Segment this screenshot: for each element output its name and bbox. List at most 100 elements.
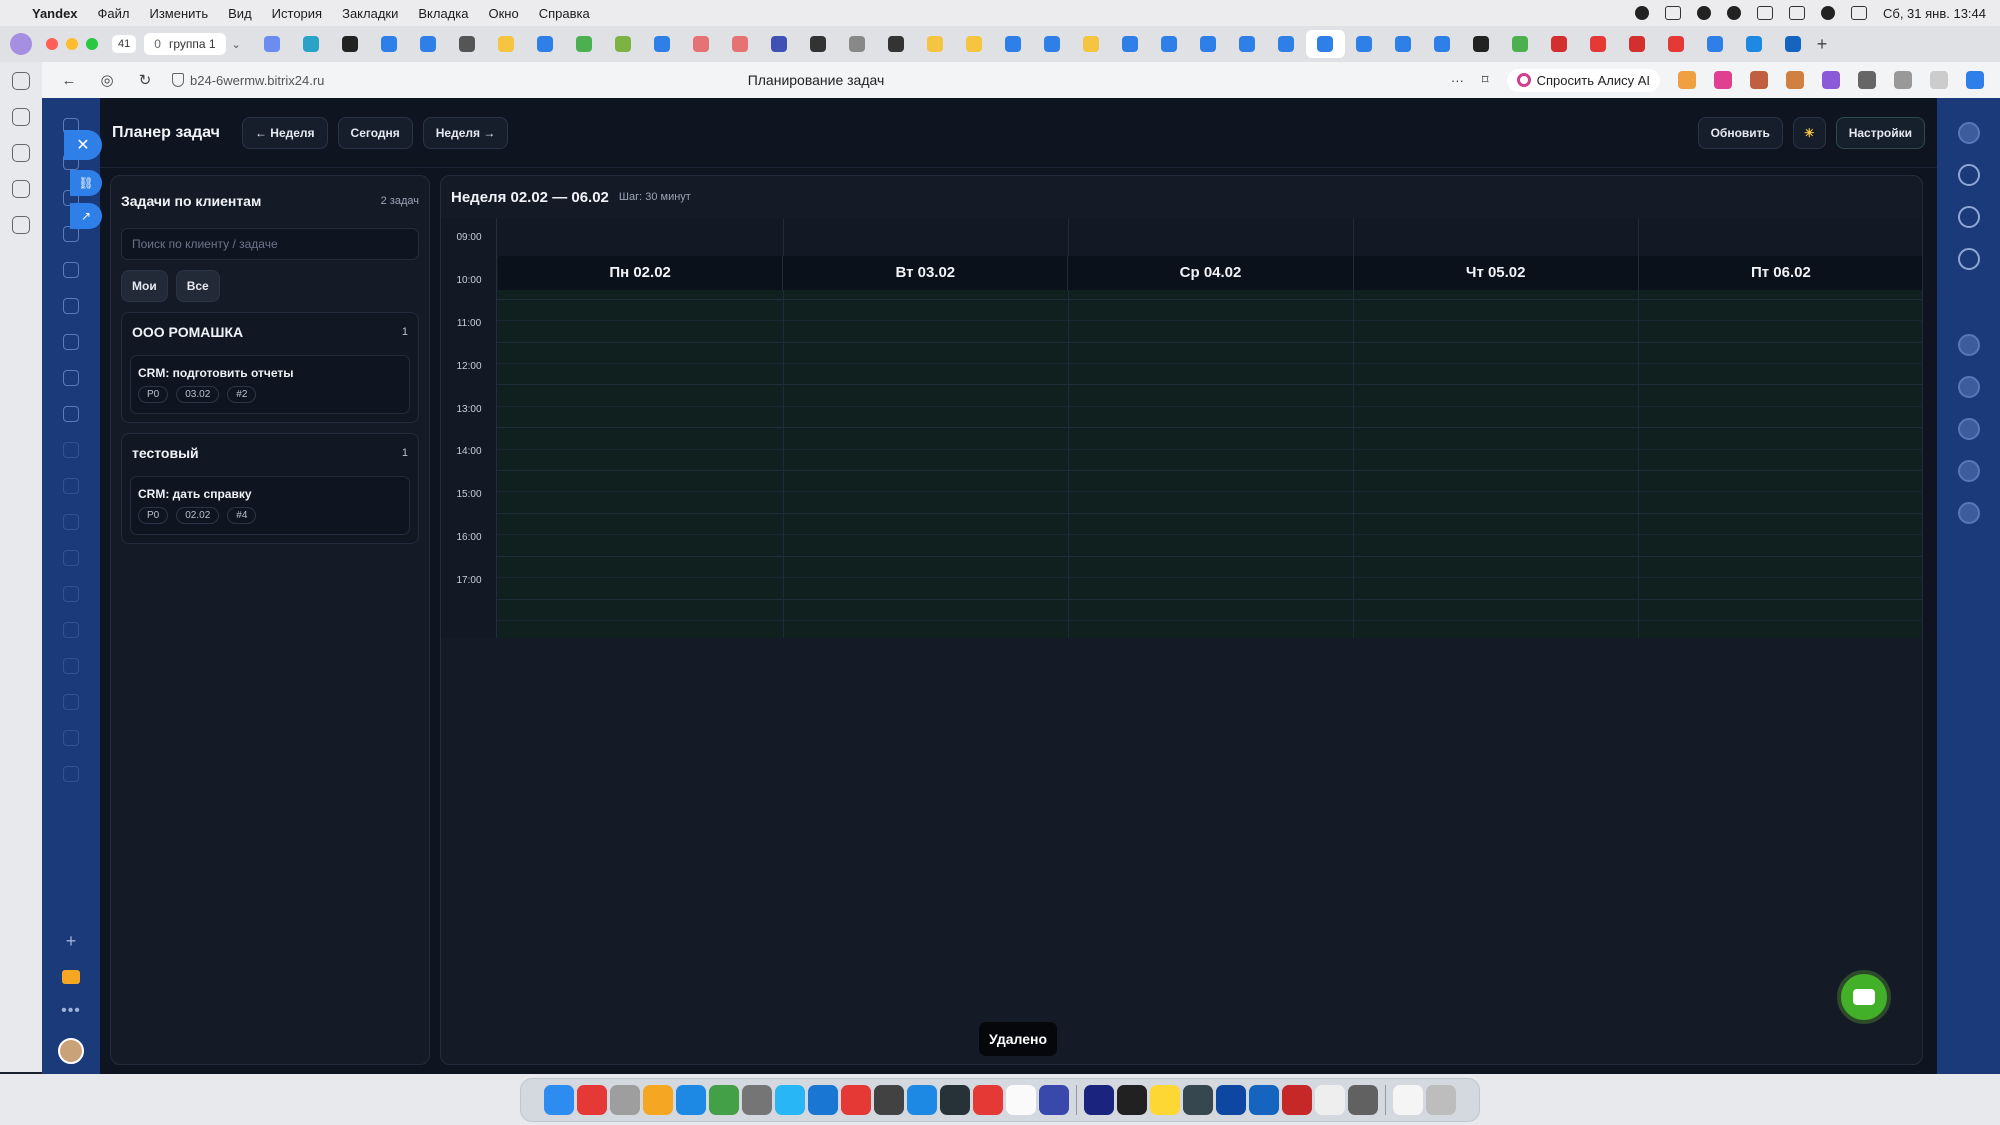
ask-alice-button[interactable]: Спросить Алису AI [1506,68,1660,92]
tab-favicon[interactable] [1111,30,1150,58]
app-icon[interactable] [1216,1085,1246,1115]
tab-favicon[interactable] [448,30,487,58]
app-icon[interactable] [940,1085,970,1115]
tab-favicon[interactable] [1033,30,1072,58]
tab-favicon[interactable] [916,30,955,58]
task-card[interactable]: CRM: подготовить отчеты P0 03.02 #2 [130,355,410,414]
tab-favicon[interactable] [643,30,682,58]
tab-favicon[interactable] [1189,30,1228,58]
menu-file[interactable]: Файл [98,6,130,21]
tab-favicon[interactable] [799,30,838,58]
yandex-browser-icon[interactable] [577,1085,607,1115]
client-group-header[interactable]: ООО РОМАШКА 1 [130,321,410,343]
battery-icon[interactable] [1756,6,1773,20]
status-icon-2[interactable] [1664,6,1681,20]
contact-avatar[interactable] [1957,502,1980,524]
menu-item-icon[interactable] [63,766,79,782]
finder-icon[interactable] [544,1085,574,1115]
day-header-fri[interactable]: Пт 06.02 [1639,256,1922,290]
extension-icon[interactable] [1930,71,1948,89]
tab-count-badge[interactable]: 41 [112,35,137,53]
extension-icon[interactable] [1822,71,1840,89]
contact-avatar[interactable] [1957,376,1980,398]
menu-help[interactable]: Справка [539,6,590,21]
tab-favicon[interactable] [1228,30,1267,58]
tab-favicon-active[interactable] [1305,30,1345,58]
bell-icon[interactable] [1957,164,1980,186]
flow-icon[interactable] [63,478,79,494]
calendar-app-icon[interactable] [1006,1085,1036,1115]
shop-icon[interactable] [63,298,79,314]
extension-icon[interactable] [1786,71,1804,89]
store-icon[interactable] [63,406,79,422]
app-icon[interactable] [1315,1085,1345,1115]
app-icon[interactable] [1084,1085,1114,1115]
user-avatar[interactable] [58,1038,84,1064]
whatsapp-icon[interactable] [709,1085,739,1115]
chevron-down-icon[interactable]: ⌄ [232,38,241,51]
tab-favicon[interactable] [955,30,994,58]
app-icon[interactable] [1249,1085,1279,1115]
link-icon[interactable]: ⛓ [70,170,102,196]
reload-icon[interactable]: ↻ [134,71,156,89]
system-settings-icon[interactable] [742,1085,772,1115]
close-icon[interactable]: ✕ [64,130,102,160]
status-icon-4[interactable] [1726,6,1741,20]
bookmark-icon[interactable]: ⌑ [1482,72,1489,88]
next-week-button[interactable]: Неделя → [422,116,509,149]
extension-icon[interactable] [1678,71,1696,89]
menubar-clock[interactable]: Сб, 31 янв. 13:44 [1883,6,1986,21]
tab-favicon[interactable] [1618,30,1657,58]
menu-view[interactable]: Вид [228,6,252,21]
app-icon[interactable] [973,1085,1003,1115]
tab-favicon[interactable] [877,30,916,58]
tab-favicon[interactable] [721,30,760,58]
tab-favicon[interactable] [838,30,877,58]
tab-favicon[interactable] [1501,30,1540,58]
trash-icon[interactable] [1426,1085,1456,1115]
tab-favicon[interactable] [487,30,526,58]
tab-favicon[interactable] [370,30,409,58]
task-search-input[interactable] [121,228,419,260]
menu-item-icon[interactable] [63,622,79,638]
menu-item-icon[interactable] [63,694,79,710]
bitrix24-icon[interactable] [808,1085,838,1115]
tab-favicon[interactable] [526,30,565,58]
contact-avatar[interactable] [1957,418,1980,440]
tab-favicon[interactable] [1540,30,1579,58]
vscode-icon[interactable] [907,1085,937,1115]
today-button[interactable]: Сегодня [337,116,413,149]
chat-icon[interactable] [1837,970,1891,1024]
menu-tab[interactable]: Вкладка [418,6,468,21]
code-icon[interactable] [63,514,79,530]
more-icon[interactable]: ··· [1451,73,1464,88]
settings-button[interactable]: Настройки [1835,116,1925,149]
contact-avatar[interactable] [1957,334,1980,356]
search-chat-icon[interactable] [1957,248,1980,270]
day-header-thu[interactable]: Чт 05.02 [1354,256,1639,290]
menu-bookmarks[interactable]: Закладки [342,6,398,21]
menu-edit[interactable]: Изменить [150,6,209,21]
photos-icon[interactable] [643,1085,673,1115]
tab-favicon[interactable] [994,30,1033,58]
contact-avatar[interactable] [1957,460,1980,482]
play-icon[interactable] [12,144,30,162]
filter-mine-button[interactable]: Мои [121,270,168,302]
tab-favicon[interactable] [1579,30,1618,58]
extension-icon[interactable] [1894,71,1912,89]
tab-group-chip[interactable]: 0 группа 1 [144,33,226,55]
tab-favicon[interactable] [1267,30,1306,58]
tab-favicon[interactable] [1072,30,1111,58]
search-icon[interactable] [1820,6,1835,20]
tab-favicon[interactable] [409,30,448,58]
refresh-button[interactable]: Обновить [1697,116,1783,149]
menubar-app-name[interactable]: Yandex [32,6,78,21]
tab-favicon[interactable] [1657,30,1696,58]
history-icon[interactable] [12,72,30,90]
calculator-icon[interactable] [1348,1085,1378,1115]
tab-favicon[interactable] [1345,30,1384,58]
crm-icon[interactable] [63,262,79,278]
app-store-icon[interactable] [676,1085,706,1115]
extension-icon[interactable] [1714,71,1732,89]
add-icon[interactable]: + [66,931,77,952]
